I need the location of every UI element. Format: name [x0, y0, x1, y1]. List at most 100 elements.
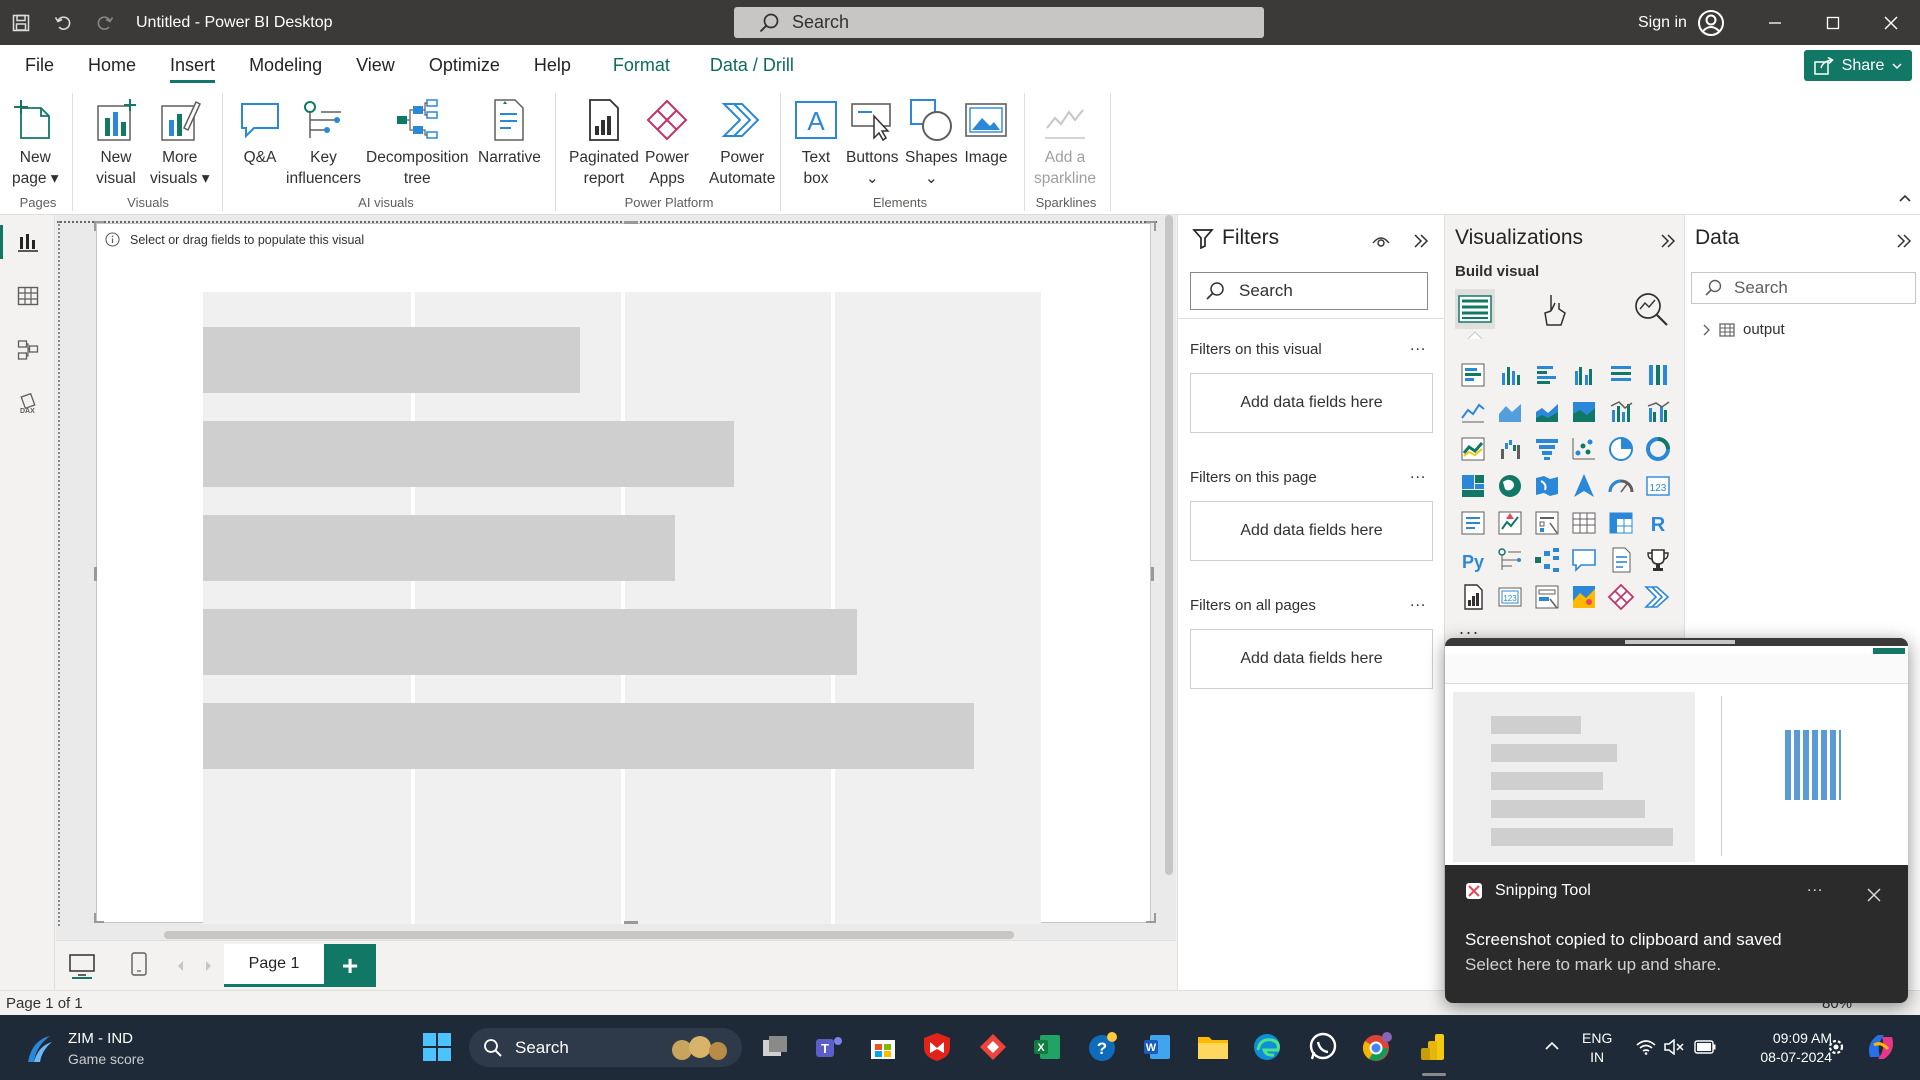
- minimize-icon[interactable]: [1746, 0, 1804, 45]
- line-and-clustered-column-icon[interactable]: [1639, 393, 1676, 430]
- power-automate-visual-icon[interactable]: [1639, 578, 1676, 615]
- save-icon[interactable]: [0, 0, 42, 45]
- key-influencers-button[interactable]: Key influencers: [286, 97, 361, 189]
- filters-visual-more-button[interactable]: ...: [1410, 337, 1426, 355]
- key-influencers-visual-icon[interactable]: [1491, 541, 1528, 578]
- mcafee-icon[interactable]: [918, 1028, 956, 1066]
- tab-optimize[interactable]: Optimize: [412, 45, 517, 85]
- eye-icon[interactable]: [1372, 233, 1390, 249]
- stacked-area-chart-icon[interactable]: [1528, 393, 1565, 430]
- widgets-button[interactable]: ZIM - IND Game score: [22, 1029, 144, 1069]
- wifi-icon[interactable]: [1636, 1039, 1656, 1055]
- resize-handle-n[interactable]: [624, 221, 638, 224]
- collapse-data-icon[interactable]: [1895, 232, 1913, 250]
- tab-file[interactable]: File: [8, 45, 71, 85]
- stacked-bar-chart-icon[interactable]: [1454, 356, 1491, 393]
- tab-data-drill[interactable]: Data / Drill: [693, 45, 811, 85]
- arcgis-map-icon[interactable]: [1565, 578, 1602, 615]
- new-slicer-icon[interactable]: [1528, 578, 1565, 615]
- filters-visual-drop-zone[interactable]: Add data fields here: [1190, 373, 1433, 433]
- close-icon[interactable]: [1862, 0, 1920, 45]
- gauge-icon[interactable]: [1602, 467, 1639, 504]
- page-next-icon[interactable]: [204, 960, 212, 972]
- paginated-report-button[interactable]: Paginated report: [569, 97, 639, 189]
- r-visual-icon[interactable]: R: [1639, 504, 1676, 541]
- power-apps-visual-icon[interactable]: [1602, 578, 1639, 615]
- more-visuals-button[interactable]: More visuals ▾: [150, 97, 209, 189]
- tab-insert[interactable]: Insert: [153, 45, 232, 85]
- collapse-ribbon-icon[interactable]: [1898, 193, 1912, 203]
- tab-help[interactable]: Help: [517, 45, 588, 85]
- resize-handle-se-v[interactable]: [1154, 913, 1156, 923]
- qa-visual-icon[interactable]: [1565, 541, 1602, 578]
- narrative-button[interactable]: Narrative: [478, 97, 541, 168]
- 100-stacked-bar-chart-icon[interactable]: [1602, 356, 1639, 393]
- snipping-tool-notification[interactable]: Snipping Tool ... Screenshot copied to c…: [1445, 638, 1908, 1003]
- title-search-box[interactable]: Search: [734, 7, 1264, 38]
- model-view-icon[interactable]: [0, 323, 55, 377]
- filters-search-input[interactable]: Search: [1190, 272, 1428, 310]
- build-visual-tab[interactable]: [1455, 289, 1495, 329]
- shapes-button[interactable]: Shapes ⌄: [905, 97, 958, 189]
- tab-modeling[interactable]: Modeling: [232, 45, 339, 85]
- filters-page-drop-zone[interactable]: Add data fields here: [1190, 501, 1433, 561]
- whatsapp-icon[interactable]: [1304, 1028, 1342, 1066]
- resize-handle-w[interactable]: [94, 567, 97, 581]
- waterfall-chart-icon[interactable]: [1491, 430, 1528, 467]
- python-visual-icon[interactable]: Py: [1454, 541, 1491, 578]
- language-indicator[interactable]: ENG IN: [1582, 1029, 1612, 1067]
- chrome-icon[interactable]: [1358, 1028, 1396, 1066]
- slicer-icon[interactable]: [1528, 504, 1565, 541]
- collapse-filters-icon[interactable]: [1412, 232, 1430, 250]
- maximize-icon[interactable]: [1804, 0, 1862, 45]
- help-app-icon[interactable]: ?: [1084, 1028, 1122, 1066]
- filters-all-drop-zone[interactable]: Add data fields here: [1190, 629, 1433, 689]
- 100-stacked-area-chart-icon[interactable]: [1565, 393, 1602, 430]
- page-tab-1[interactable]: Page 1: [224, 944, 324, 987]
- table-icon[interactable]: [1565, 504, 1602, 541]
- tab-home[interactable]: Home: [71, 45, 153, 85]
- data-search-input[interactable]: Search: [1691, 272, 1916, 304]
- power-automate-button[interactable]: Power Automate: [709, 97, 775, 189]
- microsoft-store-icon[interactable]: [864, 1028, 902, 1066]
- azure-map-icon[interactable]: [1565, 467, 1602, 504]
- decomposition-tree-visual-icon[interactable]: [1528, 541, 1565, 578]
- dax-query-view-icon[interactable]: DAX: [0, 377, 55, 431]
- filters-all-more-button[interactable]: ...: [1410, 593, 1426, 611]
- report-view-icon[interactable]: [0, 215, 55, 269]
- canvas-horizontal-scrollbar[interactable]: [164, 931, 1014, 939]
- matrix-icon[interactable]: [1602, 504, 1639, 541]
- page-prev-icon[interactable]: [177, 960, 185, 972]
- teams-icon[interactable]: T: [810, 1028, 848, 1066]
- report-canvas[interactable]: Select or drag fields to populate this v…: [56, 215, 1176, 940]
- excel-icon[interactable]: X: [1028, 1028, 1066, 1066]
- line-chart-icon[interactable]: [1454, 393, 1491, 430]
- canvas-vertical-scrollbar[interactable]: [1165, 215, 1173, 875]
- desktop-layout-icon[interactable]: [68, 953, 96, 979]
- 100-stacked-column-chart-icon[interactable]: [1639, 356, 1676, 393]
- pie-chart-icon[interactable]: [1602, 430, 1639, 467]
- collapse-visualizations-icon[interactable]: [1659, 232, 1677, 250]
- card-icon[interactable]: 123: [1639, 467, 1676, 504]
- notification-settings-icon[interactable]: [1826, 1037, 1846, 1057]
- file-explorer-icon[interactable]: [1194, 1028, 1232, 1066]
- taskbar-search[interactable]: Search: [469, 1028, 742, 1067]
- ribbon-chart-icon[interactable]: [1454, 430, 1491, 467]
- map-icon[interactable]: [1491, 467, 1528, 504]
- clock[interactable]: 09:09 AM 08-07-2024: [1734, 1029, 1832, 1067]
- new-page-button[interactable]: New page ▾: [12, 97, 59, 189]
- donut-chart-icon[interactable]: [1639, 430, 1676, 467]
- new-card-icon[interactable]: 123: [1491, 578, 1528, 615]
- undo-icon[interactable]: [42, 0, 84, 45]
- resize-handle-nw-v[interactable]: [94, 221, 96, 231]
- resize-handle-sw-v[interactable]: [94, 913, 96, 923]
- power-bi-taskbar-icon[interactable]: [1414, 1028, 1452, 1066]
- line-and-stacked-column-icon[interactable]: [1602, 393, 1639, 430]
- tab-view[interactable]: View: [339, 45, 412, 85]
- area-chart-icon[interactable]: [1491, 393, 1528, 430]
- tab-format[interactable]: Format: [596, 45, 687, 85]
- funnel-chart-icon[interactable]: [1528, 430, 1565, 467]
- multi-row-card-icon[interactable]: [1454, 504, 1491, 541]
- copilot-icon[interactable]: [1864, 1031, 1898, 1063]
- add-sparkline-button[interactable]: Add a sparkline: [1034, 97, 1096, 189]
